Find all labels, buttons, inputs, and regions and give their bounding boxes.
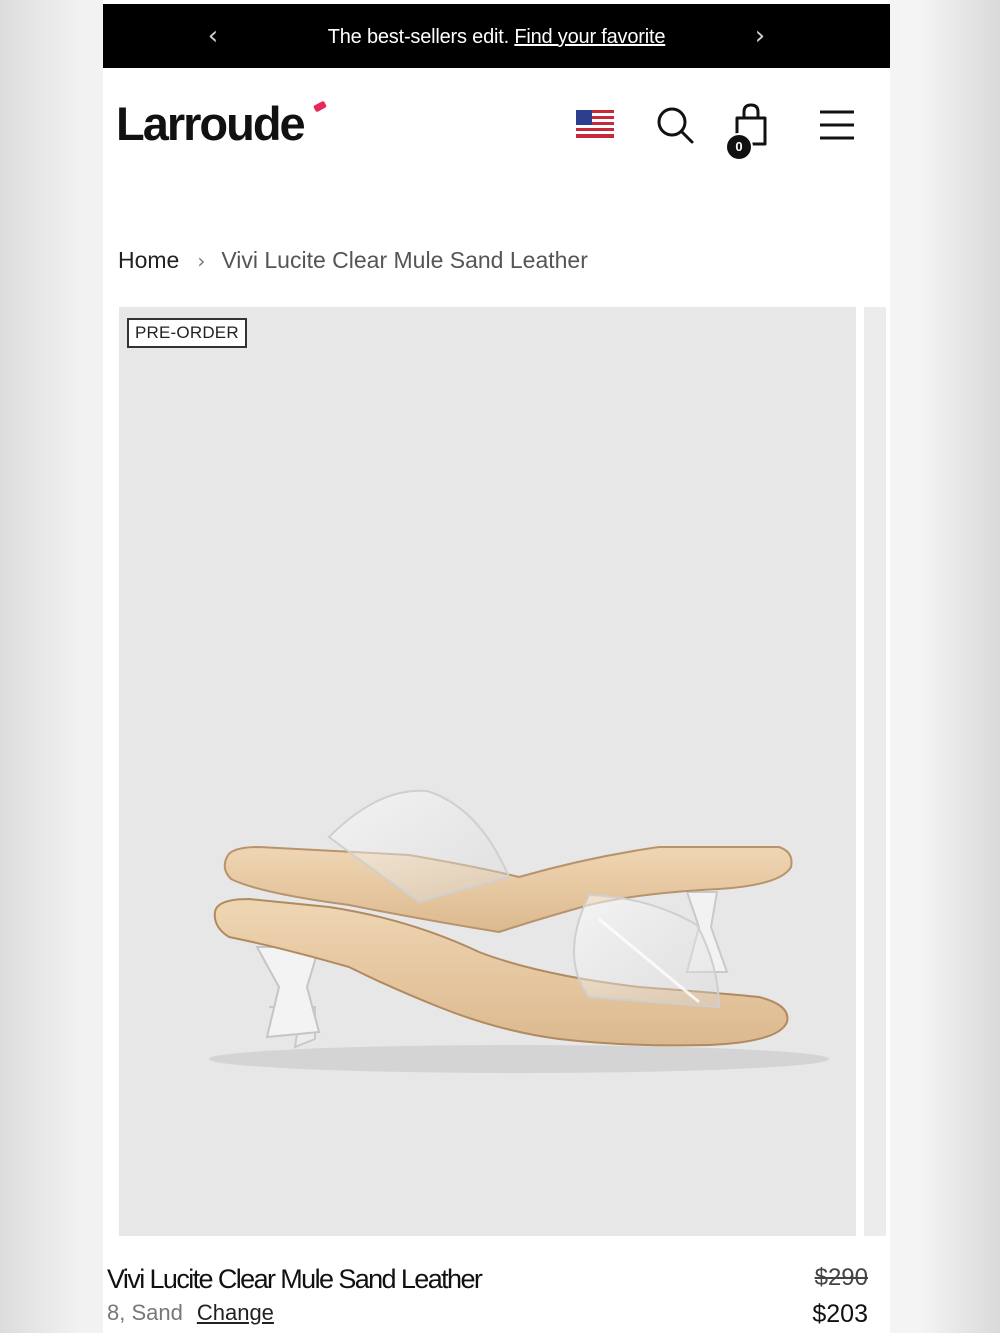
breadcrumb-home-link[interactable]: Home	[118, 247, 179, 273]
preorder-badge: PRE-ORDER	[127, 318, 247, 348]
brand-logo[interactable]: Larroude	[116, 96, 306, 151]
hamburger-menu-icon[interactable]	[818, 106, 856, 144]
shopping-bag-icon[interactable]: 0	[725, 101, 775, 161]
us-flag-icon[interactable]	[576, 110, 614, 138]
variant-value: 8, Sand	[107, 1300, 183, 1325]
mobile-page: ‹ The best-sellers edit. Find your favor…	[103, 0, 890, 1333]
cart-count-badge: 0	[725, 133, 753, 161]
product-name: Vivi Lucite Clear Mule Sand Leather	[107, 1264, 483, 1294]
change-variant-link[interactable]: Change	[197, 1300, 274, 1325]
breadcrumb-current: Vivi Lucite Clear Mule Sand Leather	[221, 247, 588, 273]
announcement-text: The best-sellers edit.	[327, 26, 509, 48]
product-image-gallery[interactable]: PRE-ORDER	[119, 307, 856, 1236]
breadcrumb: Home › Vivi Lucite Clear Mule Sand Leather	[118, 246, 588, 275]
announcement-next-button[interactable]: ›	[748, 21, 772, 51]
sale-price: $203	[812, 1300, 868, 1328]
original-price: $290	[814, 1264, 868, 1291]
announcement-bar: ‹ The best-sellers edit. Find your favor…	[103, 4, 890, 68]
product-image	[209, 789, 829, 1073]
search-icon[interactable]	[655, 105, 695, 145]
product-variant: 8, Sand Change	[107, 1300, 274, 1326]
next-image-peek[interactable]	[864, 307, 886, 1236]
breadcrumb-chevron-icon: ›	[197, 249, 206, 273]
site-header: Larroude 0	[103, 68, 890, 198]
logo-accent-mark	[313, 100, 327, 113]
announcement-link[interactable]: Find your favorite	[514, 26, 665, 48]
